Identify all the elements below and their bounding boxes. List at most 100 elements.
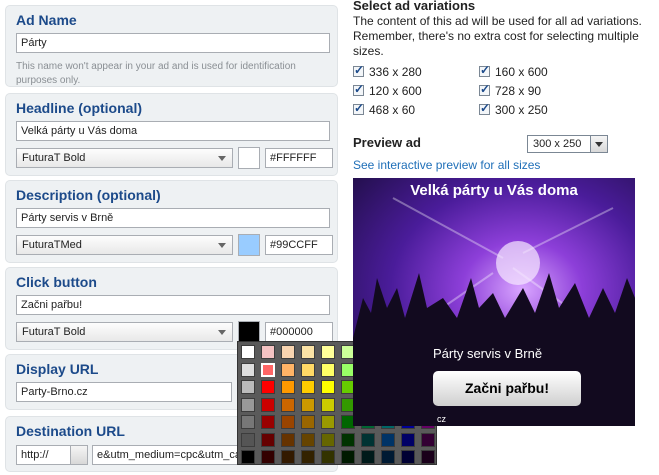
palette-swatch[interactable] bbox=[281, 450, 295, 464]
description-input[interactable]: Párty servis v Brně bbox=[16, 208, 330, 228]
click-button-title: Click button bbox=[16, 274, 97, 290]
palette-swatch[interactable] bbox=[241, 397, 255, 412]
palette-swatch[interactable] bbox=[321, 380, 335, 394]
interactive-preview-link[interactable]: See interactive preview for all sizes bbox=[353, 158, 540, 172]
chevron-down-icon bbox=[218, 330, 226, 335]
checkbox-checked-icon bbox=[353, 63, 364, 77]
size-label: 160 x 600 bbox=[495, 65, 548, 79]
description-color-input[interactable]: #99CCFF bbox=[265, 235, 333, 255]
headline-color-input[interactable]: #FFFFFF bbox=[265, 148, 333, 168]
checkbox-checked-icon bbox=[479, 101, 490, 115]
click-button-color-swatch[interactable] bbox=[238, 321, 260, 343]
headline-input[interactable]: Velká párty u Vás doma bbox=[16, 121, 330, 141]
click-button-font-label: FuturaT Bold bbox=[22, 326, 86, 338]
size-checkbox-160x600[interactable]: 160 x 600 bbox=[479, 63, 548, 79]
description-panel: Description (optional) Párty servis v Br… bbox=[5, 180, 338, 263]
palette-swatch[interactable] bbox=[281, 432, 295, 447]
checkbox-checked-icon bbox=[353, 101, 364, 115]
palette-swatch[interactable] bbox=[421, 450, 435, 464]
preview-size-select[interactable]: 300 x 250 bbox=[527, 135, 608, 153]
size-checkbox-728x90[interactable]: 728 x 90 bbox=[479, 82, 542, 98]
destination-url-title: Destination URL bbox=[16, 423, 125, 439]
headline-color-swatch[interactable] bbox=[238, 147, 260, 169]
palette-swatch[interactable] bbox=[261, 415, 275, 429]
palette-swatch[interactable] bbox=[381, 432, 395, 447]
size-label: 336 x 280 bbox=[369, 65, 422, 79]
ad-preview: Velká párty u Vás doma Párty servis v Br… bbox=[353, 178, 635, 426]
description-color-swatch[interactable] bbox=[238, 234, 260, 256]
palette-swatch[interactable] bbox=[261, 345, 275, 359]
palette-swatch[interactable] bbox=[241, 345, 255, 359]
palette-swatch[interactable] bbox=[241, 380, 255, 394]
palette-swatch[interactable] bbox=[401, 450, 415, 464]
size-label: 120 x 600 bbox=[369, 84, 422, 98]
palette-swatch[interactable] bbox=[341, 432, 355, 447]
size-label: 728 x 90 bbox=[495, 84, 542, 98]
chevron-down-icon bbox=[218, 156, 226, 161]
click-button-font-select[interactable]: FuturaT Bold bbox=[16, 322, 233, 342]
size-checkbox-300x250[interactable]: 300 x 250 bbox=[479, 101, 548, 117]
ad-description: Párty servis v Brně bbox=[433, 346, 543, 361]
chevron-down-icon bbox=[590, 136, 607, 152]
size-checkbox-336x280[interactable]: 336 x 280 bbox=[353, 63, 422, 79]
palette-swatch[interactable] bbox=[281, 415, 295, 429]
palette-swatch[interactable] bbox=[301, 362, 315, 377]
palette-swatch[interactable] bbox=[281, 362, 295, 377]
headline-title: Headline (optional) bbox=[16, 100, 142, 116]
palette-swatch[interactable] bbox=[241, 415, 255, 429]
palette-swatch[interactable] bbox=[321, 415, 335, 429]
palette-swatch[interactable] bbox=[361, 450, 375, 464]
palette-swatch[interactable] bbox=[321, 397, 335, 412]
ad-display-url: cz bbox=[437, 414, 446, 424]
palette-swatch[interactable] bbox=[421, 432, 435, 447]
protocol-select[interactable]: http:// bbox=[16, 445, 88, 465]
palette-swatch[interactable] bbox=[381, 450, 395, 464]
chevron-down-icon bbox=[218, 243, 226, 248]
click-button-panel: Click button Začni pařbu! FuturaT Bold #… bbox=[5, 267, 338, 350]
palette-swatch[interactable] bbox=[341, 450, 355, 464]
click-button-color-input[interactable]: #000000 bbox=[265, 322, 333, 342]
palette-swatch[interactable] bbox=[321, 432, 335, 447]
ad-name-title: Ad Name bbox=[16, 12, 77, 28]
palette-swatch[interactable] bbox=[261, 397, 275, 412]
palette-swatch[interactable] bbox=[241, 432, 255, 447]
palette-swatch[interactable] bbox=[361, 432, 375, 447]
description-font-select[interactable]: FuturaTMed bbox=[16, 235, 233, 255]
description-title: Description (optional) bbox=[16, 187, 161, 203]
palette-swatch[interactable] bbox=[261, 450, 275, 464]
display-url-input[interactable]: Party-Brno.cz bbox=[16, 382, 232, 402]
size-checkbox-468x60[interactable]: 468 x 60 bbox=[353, 101, 415, 117]
palette-swatch[interactable] bbox=[401, 432, 415, 447]
palette-swatch[interactable] bbox=[301, 415, 315, 429]
headline-font-label: FuturaT Bold bbox=[22, 152, 86, 164]
palette-swatch[interactable] bbox=[241, 450, 255, 464]
size-checkbox-120x600[interactable]: 120 x 600 bbox=[353, 82, 422, 98]
headline-font-select[interactable]: FuturaT Bold bbox=[16, 148, 233, 168]
palette-swatch[interactable] bbox=[301, 450, 315, 464]
palette-swatch[interactable] bbox=[321, 450, 335, 464]
click-button-input[interactable]: Začni pařbu! bbox=[16, 295, 330, 315]
preview-label: Preview ad bbox=[353, 135, 421, 150]
palette-swatch[interactable] bbox=[261, 432, 275, 447]
preview-size-label: 300 x 250 bbox=[533, 138, 582, 150]
size-label: 300 x 250 bbox=[495, 103, 548, 117]
chevron-down-icon bbox=[70, 446, 87, 464]
ad-name-input[interactable]: Párty bbox=[16, 33, 330, 53]
palette-swatch[interactable] bbox=[281, 397, 295, 412]
palette-swatch[interactable] bbox=[301, 397, 315, 412]
headline-panel: Headline (optional) Velká párty u Vás do… bbox=[5, 93, 338, 176]
palette-swatch[interactable] bbox=[301, 432, 315, 447]
palette-swatch[interactable] bbox=[261, 362, 275, 377]
palette-swatch[interactable] bbox=[301, 380, 315, 394]
destination-url-input[interactable]: e&utm_medium=cpc&utm_cam bbox=[92, 445, 244, 465]
palette-swatch[interactable] bbox=[321, 362, 335, 377]
palette-swatch[interactable] bbox=[241, 362, 255, 377]
palette-swatch[interactable] bbox=[281, 380, 295, 394]
description-font-label: FuturaTMed bbox=[22, 239, 82, 251]
ad-headline: Velká párty u Vás doma bbox=[410, 182, 578, 199]
palette-swatch[interactable] bbox=[281, 345, 295, 359]
palette-swatch[interactable] bbox=[301, 345, 315, 359]
palette-swatch[interactable] bbox=[261, 380, 275, 394]
palette-swatch[interactable] bbox=[321, 345, 335, 359]
checkbox-checked-icon bbox=[353, 82, 364, 96]
